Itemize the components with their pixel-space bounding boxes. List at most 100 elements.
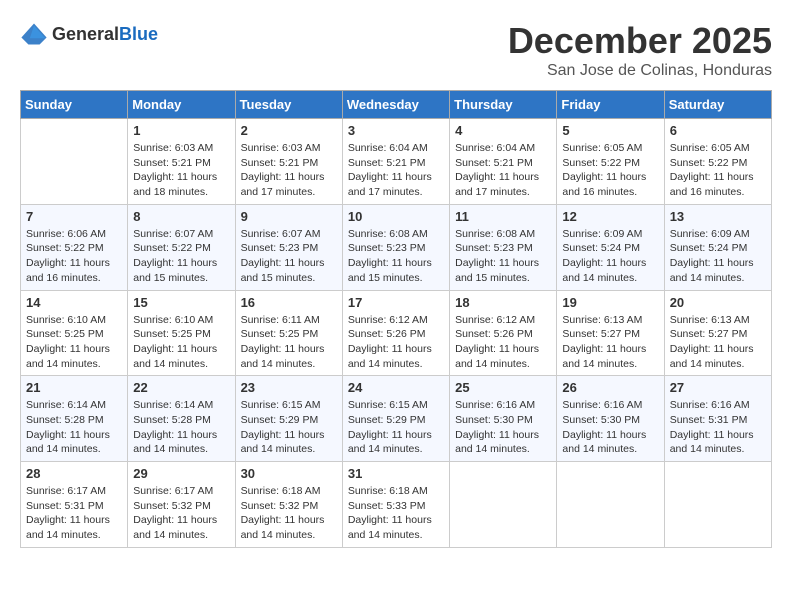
day-number: 17 bbox=[348, 295, 444, 310]
day-info: Sunrise: 6:04 AMSunset: 5:21 PMDaylight:… bbox=[348, 141, 444, 200]
day-number: 4 bbox=[455, 123, 551, 138]
page-header: GeneralBlue December 2025 San Jose de Co… bbox=[20, 20, 772, 80]
calendar-cell: 28 Sunrise: 6:17 AMSunset: 5:31 PMDayligh… bbox=[21, 462, 128, 548]
day-info: Sunrise: 6:14 AMSunset: 5:28 PMDaylight:… bbox=[26, 398, 122, 457]
calendar-cell: 6 Sunrise: 6:05 AMSunset: 5:22 PMDaylight… bbox=[664, 119, 771, 205]
calendar-cell: 19 Sunrise: 6:13 AMSunset: 5:27 PMDayligh… bbox=[557, 290, 664, 376]
day-info: Sunrise: 6:09 AMSunset: 5:24 PMDaylight:… bbox=[562, 227, 658, 286]
day-info: Sunrise: 6:05 AMSunset: 5:22 PMDaylight:… bbox=[562, 141, 658, 200]
calendar-cell: 10 Sunrise: 6:08 AMSunset: 5:23 PMDayligh… bbox=[342, 204, 449, 290]
day-info: Sunrise: 6:07 AMSunset: 5:23 PMDaylight:… bbox=[241, 227, 337, 286]
day-info: Sunrise: 6:16 AMSunset: 5:31 PMDaylight:… bbox=[670, 398, 766, 457]
calendar-cell: 14 Sunrise: 6:10 AMSunset: 5:25 PMDayligh… bbox=[21, 290, 128, 376]
day-number: 27 bbox=[670, 380, 766, 395]
day-info: Sunrise: 6:12 AMSunset: 5:26 PMDaylight:… bbox=[348, 313, 444, 372]
calendar-week-row: 14 Sunrise: 6:10 AMSunset: 5:25 PMDayligh… bbox=[21, 290, 772, 376]
day-number: 29 bbox=[133, 466, 229, 481]
day-number: 11 bbox=[455, 209, 551, 224]
day-number: 2 bbox=[241, 123, 337, 138]
day-info: Sunrise: 6:06 AMSunset: 5:22 PMDaylight:… bbox=[26, 227, 122, 286]
day-info: Sunrise: 6:10 AMSunset: 5:25 PMDaylight:… bbox=[26, 313, 122, 372]
logo-general: General bbox=[52, 24, 119, 44]
day-number: 13 bbox=[670, 209, 766, 224]
calendar-cell: 26Sunrise: 6:16 AMSunset: 5:30 PMDayligh… bbox=[557, 376, 664, 462]
calendar-week-row: 21 Sunrise: 6:14 AMSunset: 5:28 PMDayligh… bbox=[21, 376, 772, 462]
day-info: Sunrise: 6:18 AMSunset: 5:33 PMDaylight:… bbox=[348, 484, 444, 543]
day-info: Sunrise: 6:08 AMSunset: 5:23 PMDaylight:… bbox=[348, 227, 444, 286]
day-number: 28 bbox=[26, 466, 122, 481]
day-info: Sunrise: 6:07 AMSunset: 5:22 PMDaylight:… bbox=[133, 227, 229, 286]
calendar-cell: 5Sunrise: 6:05 AMSunset: 5:22 PMDaylight… bbox=[557, 119, 664, 205]
day-info: Sunrise: 6:13 AMSunset: 5:27 PMDaylight:… bbox=[562, 313, 658, 372]
day-info: Sunrise: 6:15 AMSunset: 5:29 PMDaylight:… bbox=[241, 398, 337, 457]
day-info: Sunrise: 6:18 AMSunset: 5:32 PMDaylight:… bbox=[241, 484, 337, 543]
day-info: Sunrise: 6:09 AMSunset: 5:24 PMDaylight:… bbox=[670, 227, 766, 286]
calendar-week-row: 28 Sunrise: 6:17 AMSunset: 5:31 PMDayligh… bbox=[21, 462, 772, 548]
logo-blue: Blue bbox=[119, 24, 158, 44]
day-number: 26 bbox=[562, 380, 658, 395]
calendar-cell: 12 Sunrise: 6:09 AMSunset: 5:24 PMDayligh… bbox=[557, 204, 664, 290]
day-info: Sunrise: 6:04 AMSunset: 5:21 PMDaylight:… bbox=[455, 141, 551, 200]
calendar-cell: 15 Sunrise: 6:10 AMSunset: 5:25 PMDayligh… bbox=[128, 290, 235, 376]
day-number: 31 bbox=[348, 466, 444, 481]
calendar-cell: 7 Sunrise: 6:06 AMSunset: 5:22 PMDaylight… bbox=[21, 204, 128, 290]
calendar-cell: 18 Sunrise: 6:12 AMSunset: 5:26 PMDayligh… bbox=[450, 290, 557, 376]
day-of-week-header: Tuesday bbox=[235, 91, 342, 119]
day-info: Sunrise: 6:12 AMSunset: 5:26 PMDaylight:… bbox=[455, 313, 551, 372]
day-info: Sunrise: 6:16 AMSunset: 5:30 PMDaylight:… bbox=[455, 398, 551, 457]
day-number: 24 bbox=[348, 380, 444, 395]
day-number: 16 bbox=[241, 295, 337, 310]
day-number: 9 bbox=[241, 209, 337, 224]
day-number: 19 bbox=[562, 295, 658, 310]
calendar-cell: 23 Sunrise: 6:15 AMSunset: 5:29 PMDayligh… bbox=[235, 376, 342, 462]
day-number: 8 bbox=[133, 209, 229, 224]
calendar-cell: 2Sunrise: 6:03 AMSunset: 5:21 PMDaylight… bbox=[235, 119, 342, 205]
logo: GeneralBlue bbox=[20, 20, 158, 48]
calendar-cell: 21 Sunrise: 6:14 AMSunset: 5:28 PMDayligh… bbox=[21, 376, 128, 462]
location-title: San Jose de Colinas, Honduras bbox=[508, 62, 772, 80]
calendar-table: SundayMondayTuesdayWednesdayThursdayFrid… bbox=[20, 90, 772, 548]
calendar-cell bbox=[21, 119, 128, 205]
calendar-cell: 9 Sunrise: 6:07 AMSunset: 5:23 PMDaylight… bbox=[235, 204, 342, 290]
day-of-week-header: Friday bbox=[557, 91, 664, 119]
day-of-week-header: Thursday bbox=[450, 91, 557, 119]
day-number: 7 bbox=[26, 209, 122, 224]
day-number: 30 bbox=[241, 466, 337, 481]
day-number: 21 bbox=[26, 380, 122, 395]
day-number: 15 bbox=[133, 295, 229, 310]
day-number: 3 bbox=[348, 123, 444, 138]
day-info: Sunrise: 6:03 AMSunset: 5:21 PMDaylight:… bbox=[133, 141, 229, 200]
day-number: 22 bbox=[133, 380, 229, 395]
day-of-week-header: Monday bbox=[128, 91, 235, 119]
calendar-cell: 8 Sunrise: 6:07 AMSunset: 5:22 PMDaylight… bbox=[128, 204, 235, 290]
calendar-cell: 4 Sunrise: 6:04 AMSunset: 5:21 PMDaylight… bbox=[450, 119, 557, 205]
day-info: Sunrise: 6:05 AMSunset: 5:22 PMDaylight:… bbox=[670, 141, 766, 200]
day-number: 1 bbox=[133, 123, 229, 138]
calendar-cell: 27 Sunrise: 6:16 AMSunset: 5:31 PMDayligh… bbox=[664, 376, 771, 462]
day-number: 23 bbox=[241, 380, 337, 395]
calendar-cell bbox=[557, 462, 664, 548]
calendar-cell bbox=[450, 462, 557, 548]
day-number: 6 bbox=[670, 123, 766, 138]
title-block: December 2025 San Jose de Colinas, Hondu… bbox=[508, 20, 772, 80]
day-info: Sunrise: 6:14 AMSunset: 5:28 PMDaylight:… bbox=[133, 398, 229, 457]
day-number: 20 bbox=[670, 295, 766, 310]
day-info: Sunrise: 6:13 AMSunset: 5:27 PMDaylight:… bbox=[670, 313, 766, 372]
logo-icon bbox=[20, 20, 48, 48]
calendar-header-row: SundayMondayTuesdayWednesdayThursdayFrid… bbox=[21, 91, 772, 119]
calendar-cell: 13 Sunrise: 6:09 AMSunset: 5:24 PMDayligh… bbox=[664, 204, 771, 290]
calendar-cell bbox=[664, 462, 771, 548]
day-number: 10 bbox=[348, 209, 444, 224]
day-info: Sunrise: 6:08 AMSunset: 5:23 PMDaylight:… bbox=[455, 227, 551, 286]
day-info: Sunrise: 6:17 AMSunset: 5:32 PMDaylight:… bbox=[133, 484, 229, 543]
calendar-cell: 22 Sunrise: 6:14 AMSunset: 5:28 PMDayligh… bbox=[128, 376, 235, 462]
day-number: 14 bbox=[26, 295, 122, 310]
day-number: 12 bbox=[562, 209, 658, 224]
day-info: Sunrise: 6:17 AMSunset: 5:31 PMDaylight:… bbox=[26, 484, 122, 543]
calendar-cell: 31 Sunrise: 6:18 AMSunset: 5:33 PMDayligh… bbox=[342, 462, 449, 548]
day-number: 18 bbox=[455, 295, 551, 310]
day-of-week-header: Wednesday bbox=[342, 91, 449, 119]
calendar-cell: 3 Sunrise: 6:04 AMSunset: 5:21 PMDaylight… bbox=[342, 119, 449, 205]
day-info: Sunrise: 6:10 AMSunset: 5:25 PMDaylight:… bbox=[133, 313, 229, 372]
day-of-week-header: Saturday bbox=[664, 91, 771, 119]
